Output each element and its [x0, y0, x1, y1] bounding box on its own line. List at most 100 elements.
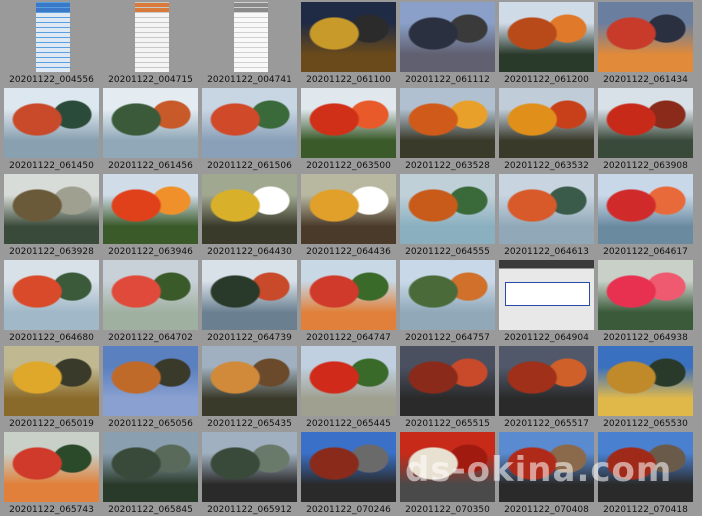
thumbnail-caption: 20201122_063928: [9, 247, 94, 257]
thumbnail-caption: 20201122_065517: [504, 419, 589, 429]
thumbnail-image[interactable]: [202, 88, 297, 158]
thumbnail-item[interactable]: 20201122_064702: [101, 258, 200, 344]
thumbnail-item[interactable]: 20201122_065056: [101, 344, 200, 430]
thumbnail-item[interactable]: 20201122_061456: [101, 86, 200, 172]
thumbnail-item[interactable]: 20201122_065845: [101, 430, 200, 516]
thumbnail-image[interactable]: [598, 346, 693, 416]
thumbnail-item[interactable]: 20201122_065019: [2, 344, 101, 430]
thumbnail-caption: 20201122_065912: [207, 505, 292, 515]
thumbnail-item[interactable]: 20201122_064680: [2, 258, 101, 344]
thumbnail-image[interactable]: [4, 174, 99, 244]
thumbnail-caption: 20201122_070418: [603, 505, 688, 515]
thumbnail-image[interactable]: [202, 432, 297, 502]
thumbnail-image[interactable]: [400, 346, 495, 416]
thumbnail-caption: 20201122_065019: [9, 419, 94, 429]
thumbnail-item[interactable]: 20201122_065445: [299, 344, 398, 430]
thumbnail-image[interactable]: [499, 260, 594, 330]
thumbnail-image[interactable]: [301, 346, 396, 416]
thumbnail-item[interactable]: 20201122_070350: [398, 430, 497, 516]
thumbnail-image[interactable]: [400, 2, 495, 72]
thumbnail-image[interactable]: [4, 346, 99, 416]
thumbnail-item[interactable]: 20201122_061450: [2, 86, 101, 172]
thumbnail-image[interactable]: [598, 174, 693, 244]
thumbnail-caption: 20201122_065515: [405, 419, 490, 429]
thumbnail-image[interactable]: [400, 260, 495, 330]
thumbnail-image[interactable]: [202, 2, 297, 72]
thumbnail-item[interactable]: 20201122_070408: [497, 430, 596, 516]
thumbnail-item[interactable]: 20201122_065517: [497, 344, 596, 430]
thumbnail-image[interactable]: [499, 174, 594, 244]
thumbnail-image[interactable]: [301, 2, 396, 72]
thumbnail-caption: 20201122_061506: [207, 161, 292, 171]
thumbnail-item[interactable]: 20201122_063946: [101, 172, 200, 258]
thumbnail-item[interactable]: 20201122_064757: [398, 258, 497, 344]
thumbnail-image[interactable]: [499, 88, 594, 158]
thumbnail-caption: 20201122_063908: [603, 161, 688, 171]
thumbnail-item[interactable]: 20201122_065435: [200, 344, 299, 430]
thumbnail-item[interactable]: 20201122_064617: [596, 172, 695, 258]
thumbnail-item[interactable]: 20201122_064747: [299, 258, 398, 344]
thumbnail-item[interactable]: 20201122_004741: [200, 0, 299, 86]
thumbnail-image[interactable]: [400, 174, 495, 244]
thumbnail-item[interactable]: 20201122_061100: [299, 0, 398, 86]
thumbnail-image[interactable]: [4, 88, 99, 158]
thumbnail-image[interactable]: [4, 432, 99, 502]
thumbnail-image[interactable]: [400, 88, 495, 158]
thumbnail-image[interactable]: [301, 260, 396, 330]
thumbnail-image[interactable]: [499, 346, 594, 416]
thumbnail-item[interactable]: 20201122_065912: [200, 430, 299, 516]
thumbnail-item[interactable]: 20201122_061434: [596, 0, 695, 86]
thumbnail-image[interactable]: [103, 346, 198, 416]
thumbnail-item[interactable]: 20201122_064904: [497, 258, 596, 344]
thumbnail-image[interactable]: [4, 2, 99, 72]
thumbnail-image[interactable]: [202, 174, 297, 244]
thumbnail-image[interactable]: [103, 174, 198, 244]
thumbnail-item[interactable]: 20201122_064938: [596, 258, 695, 344]
thumbnail-item[interactable]: 20201122_064739: [200, 258, 299, 344]
thumbnail-caption: 20201122_064757: [405, 333, 490, 343]
thumbnail-item[interactable]: 20201122_004556: [2, 0, 101, 86]
thumbnail-item[interactable]: 20201122_070418: [596, 430, 695, 516]
thumbnail-caption: 20201122_061450: [9, 161, 94, 171]
thumbnail-image[interactable]: [499, 2, 594, 72]
thumbnail-item[interactable]: 20201122_063908: [596, 86, 695, 172]
thumbnail-image[interactable]: [301, 432, 396, 502]
thumbnail-item[interactable]: 20201122_064613: [497, 172, 596, 258]
thumbnail-item[interactable]: 20201122_004715: [101, 0, 200, 86]
thumbnail-image[interactable]: [103, 432, 198, 502]
thumbnail-image[interactable]: [4, 260, 99, 330]
thumbnail-caption: 20201122_065743: [9, 505, 94, 515]
thumbnail-image[interactable]: [598, 2, 693, 72]
thumbnail-item[interactable]: 20201122_064430: [200, 172, 299, 258]
thumbnail-image[interactable]: [400, 432, 495, 502]
thumbnail-caption: 20201122_004556: [9, 75, 94, 85]
thumbnail-image[interactable]: [301, 88, 396, 158]
thumbnail-item[interactable]: 20201122_061200: [497, 0, 596, 86]
sign-board: [505, 282, 590, 306]
thumbnail-caption: 20201122_061100: [306, 75, 391, 85]
thumbnail-image[interactable]: [598, 260, 693, 330]
thumbnail-image[interactable]: [103, 88, 198, 158]
thumbnail-item[interactable]: 20201122_065530: [596, 344, 695, 430]
thumbnail-image[interactable]: [598, 432, 693, 502]
thumbnail-image[interactable]: [499, 432, 594, 502]
thumbnail-image[interactable]: [103, 2, 198, 72]
thumbnail-image[interactable]: [202, 346, 297, 416]
thumbnail-item[interactable]: 20201122_064436: [299, 172, 398, 258]
thumbnail-item[interactable]: 20201122_064555: [398, 172, 497, 258]
thumbnail-item[interactable]: 20201122_063532: [497, 86, 596, 172]
thumbnail-image[interactable]: [202, 260, 297, 330]
thumbnail-image[interactable]: [301, 174, 396, 244]
thumbnail-item[interactable]: 20201122_061112: [398, 0, 497, 86]
thumbnail-image[interactable]: [103, 260, 198, 330]
thumbnail-caption: 20201122_061112: [405, 75, 490, 85]
thumbnail-item[interactable]: 20201122_070246: [299, 430, 398, 516]
thumbnail-item[interactable]: 20201122_063528: [398, 86, 497, 172]
thumbnail-item[interactable]: 20201122_065743: [2, 430, 101, 516]
thumbnail-item[interactable]: 20201122_065515: [398, 344, 497, 430]
thumbnail-item[interactable]: 20201122_063500: [299, 86, 398, 172]
thumbnail-item[interactable]: 20201122_061506: [200, 86, 299, 172]
thumbnail-item[interactable]: 20201122_063928: [2, 172, 101, 258]
thumbnail-grid: 20201122_004556 20201122_004715 20201122_0…: [0, 0, 702, 515]
thumbnail-image[interactable]: [598, 88, 693, 158]
